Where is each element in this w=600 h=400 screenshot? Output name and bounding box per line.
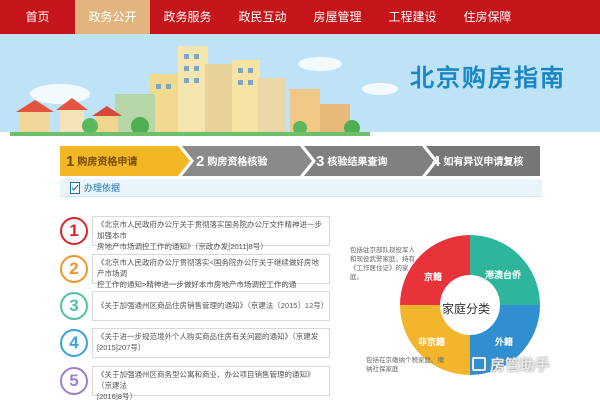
step-3-result-query[interactable]: 3 核验结果查询 (316, 153, 387, 170)
list-item-number: 2 (60, 255, 88, 283)
nav-item-housing-security[interactable]: 住房保障 (450, 0, 525, 34)
note-non-beijing-households: 包括在京缴纳个税家庭、缴纳社保家庭 (366, 357, 444, 373)
list-item[interactable]: 5 《关于加强通州区商务型公寓和商业、办公项目销售管理的通知》（京建法 [2016… (60, 366, 330, 400)
nav-item-home[interactable]: 首页 (0, 0, 75, 34)
step-3-number: 3 (316, 153, 325, 170)
list-item[interactable]: 4 《关于进一步规范境外个人购买商品住房有关问题的通知》（京建发 [2015]20… (60, 328, 330, 358)
step-2-label: 购房资格核验 (207, 157, 268, 168)
note-beijing-households: 包括驻京部队现役军人和现役武警家庭、持有《工作居住证》的家庭。 (350, 247, 415, 281)
step-1-apply-qualification[interactable]: 1 购房资格申请 (66, 153, 137, 170)
process-steps: 1 购房资格申请 2 购房资格核验 3 核验结果查询 4 如有异议申请复核 (60, 146, 540, 176)
watermark-label: 房管助手 (490, 356, 551, 374)
step-4-label: 如有异议申请复核 (443, 157, 524, 168)
list-item-line: 《关于进一步规范境外个人购买商品住房有关问题的通知》（京建发 (97, 332, 319, 341)
step-2-verify-qualification[interactable]: 2 购房资格核验 (196, 153, 267, 170)
list-item-line: 《关于加强通州区商品住房销售管理的通知》（京建法〔2015〕12号） (97, 301, 329, 310)
step-1-number: 1 (66, 153, 75, 170)
list-item-text[interactable]: 《关于进一步规范境外个人购买商品住房有关问题的通知》（京建发 [2015]207号… (92, 328, 330, 358)
list-item-number: 5 (60, 367, 88, 395)
step-4-request-review[interactable]: 4 如有异议申请复核 (432, 153, 523, 170)
step-1-label: 购房资格申请 (77, 157, 138, 168)
list-item-number: 3 (60, 292, 88, 320)
list-item-text[interactable]: 《北京市人民政府办公厅关于贯彻落实国务院办公厅文件精神进一步加强本市房地产市场调… (92, 216, 330, 251)
list-item-text[interactable]: 《北京市人民政府办公厅贯彻落实<国务院办公厅关于继续做好房地产市场调 控工作的通知… (92, 254, 330, 300)
document-check-icon (70, 182, 80, 194)
list-item-number: 4 (60, 329, 88, 357)
nav-item-housing-management[interactable]: 房屋管理 (300, 0, 375, 34)
step-3-label: 核验结果查询 (327, 157, 388, 168)
list-item[interactable]: 3 《关于加强通州区商品住房销售管理的通知》（京建法〔2015〕12号） (60, 291, 330, 321)
list-item-line: [2015]207号） (97, 343, 146, 352)
ring-label-non-beijing: 非京籍 (418, 337, 446, 347)
list-item-line: 房地产市场调控工作的通知》（京政办发[2011]8号） (97, 242, 268, 251)
list-item-line: 《关于加强通州区商务型公寓和商业、办公项目销售管理的通知》（京建法 (97, 370, 315, 390)
ring-center-label: 家庭分类 (442, 302, 491, 316)
list-item-line: 《北京市人民政府办公厅贯彻落实<国务院办公厅关于继续做好房地产市场调 (97, 258, 319, 278)
watermark: 房管助手 (472, 352, 600, 376)
ring-label-beijing: 京籍 (424, 272, 443, 282)
watermark-logo-icon (472, 357, 486, 371)
ring-label-foreign: 外籍 (495, 337, 514, 347)
main-nav: 首页 政务公开 政务服务 政民互动 房屋管理 工程建设 住房保障 (0, 0, 600, 34)
ring-label-hk-macau-taiwan: 港澳台侨 (485, 270, 522, 280)
page-title: 北京购房指南 (410, 65, 566, 92)
list-item[interactable]: 1 《北京市人民政府办公厅关于贯彻落实国务院办公厅文件精神进一步加强本市房地产市… (60, 216, 330, 251)
hero-banner: 北京购房指南 (0, 34, 600, 140)
list-item-line: [2016]8号） (97, 392, 138, 400)
list-item-text[interactable]: 《关于加强通州区商务型公寓和商业、办公项目销售管理的通知》（京建法 [2016]8… (92, 366, 330, 400)
step-2-number: 2 (196, 153, 205, 170)
nav-item-government-affairs-disclosure[interactable]: 政务公开 (75, 0, 150, 34)
list-item-number: 1 (60, 217, 88, 245)
list-item-line: 《北京市人民政府办公厅关于贯彻落实国务院办公厅文件精神进一步加强本市 (97, 220, 322, 240)
list-item[interactable]: 2 《北京市人民政府办公厅贯彻落实<国务院办公厅关于继续做好房地产市场调 控工作的… (60, 254, 330, 300)
section-header-label: 办理依据 (84, 183, 121, 193)
nav-item-construction[interactable]: 工程建设 (375, 0, 450, 34)
nav-item-government-services[interactable]: 政务服务 (150, 0, 225, 34)
section-header: 办理依据 (60, 179, 542, 197)
list-item-text[interactable]: 《关于加强通州区商品住房销售管理的通知》（京建法〔2015〕12号） (92, 291, 330, 321)
nav-item-public-interaction[interactable]: 政民互动 (225, 0, 300, 34)
step-4-number: 4 (432, 153, 441, 170)
